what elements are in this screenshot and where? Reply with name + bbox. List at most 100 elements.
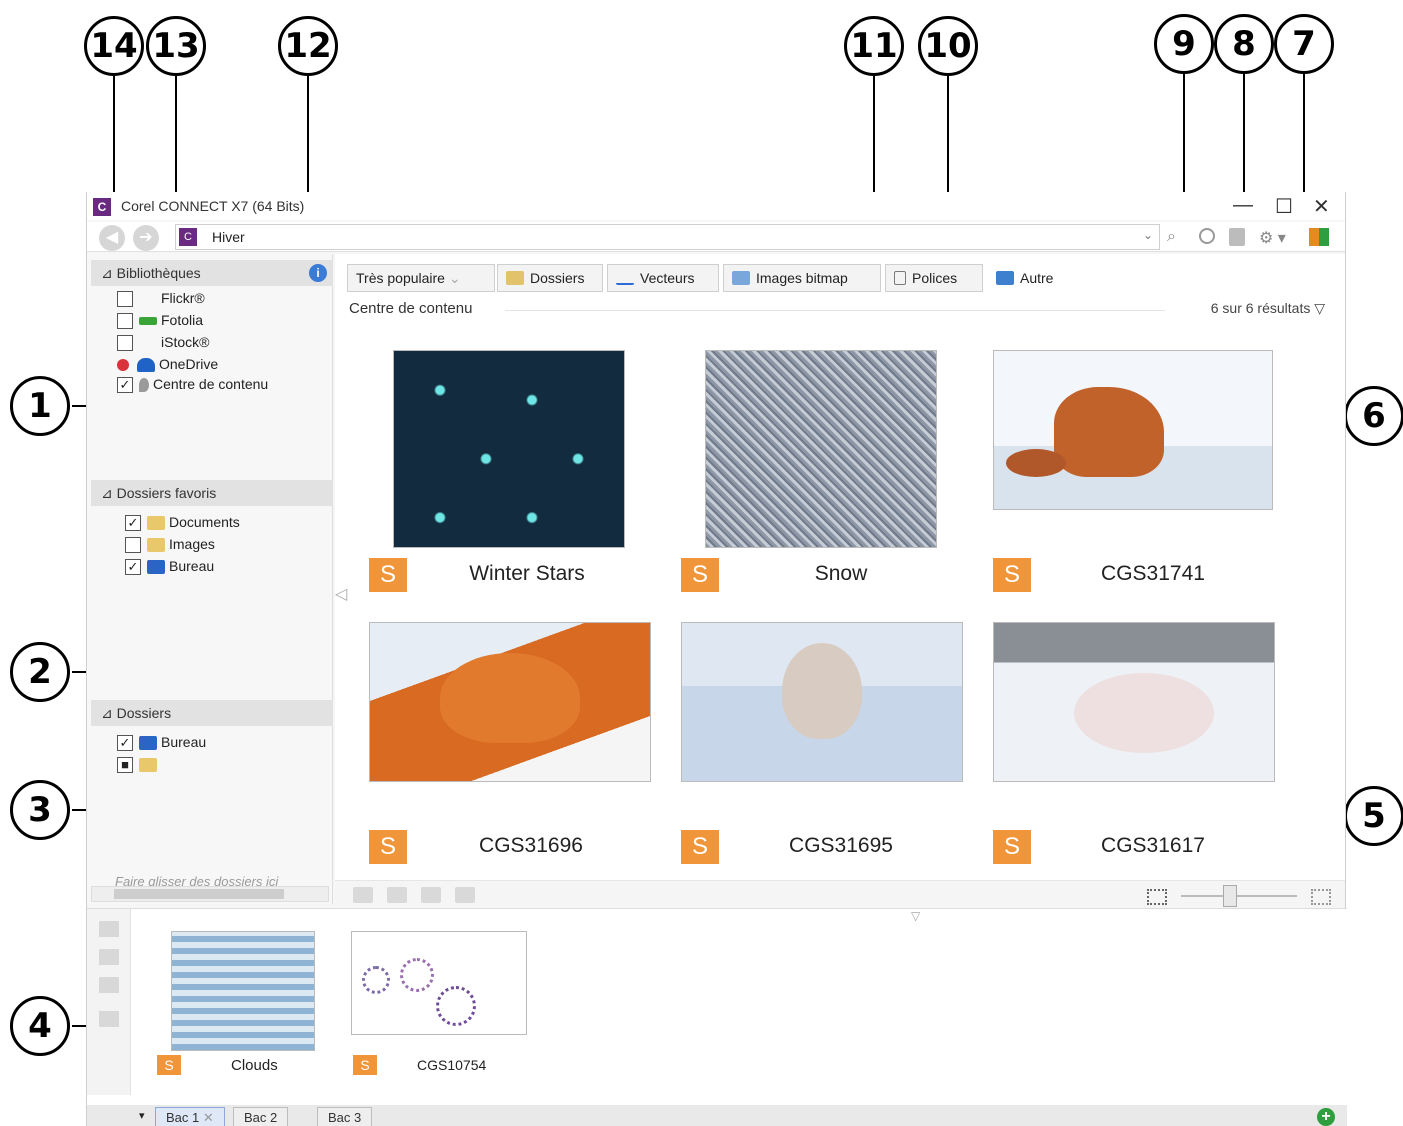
screenshot-stage: 14 13 12 11 10 9 8 7 1 2 3 4 5 6 C Corel… [0, 0, 1403, 1126]
fox-tail-shape [1006, 449, 1066, 477]
favorites-header[interactable]: ⊿ Dossiers favoris [91, 480, 333, 506]
horizontal-scrollbar[interactable] [91, 886, 329, 902]
tray-remove-icon[interactable] [387, 887, 407, 903]
desktop-icon [147, 560, 165, 575]
filter-label: Autre [1020, 270, 1054, 286]
item-caption: CGS31741 [1101, 562, 1205, 585]
folders-header[interactable]: ⊿ Dossiers [91, 700, 333, 726]
library-onedrive[interactable]: OneDrive [117, 356, 218, 373]
tray-tabs: ▾ Bac 1 ✕ Bac 2 Bac 3 + [87, 1105, 1347, 1126]
checkbox[interactable]: ✓ [117, 377, 133, 394]
layout-icon[interactable] [1309, 228, 1329, 246]
grid-small-icon[interactable] [1147, 889, 1167, 905]
snowflake-shape [400, 958, 434, 992]
sync-icon[interactable] [1199, 228, 1215, 244]
minimize-button[interactable]: — [1233, 194, 1253, 217]
item-caption: Snow [814, 562, 868, 585]
checkbox[interactable] [125, 537, 141, 554]
library-fotolia[interactable]: Fotolia [117, 312, 203, 330]
source-badge: S [993, 558, 1031, 592]
fotolia-icon [139, 317, 157, 326]
search-location-value: Hiver [212, 229, 245, 245]
folder-icon [147, 516, 165, 531]
checkbox[interactable]: ✓ [125, 559, 141, 576]
favorite-label: Images [169, 536, 215, 552]
favorite-documents[interactable]: ✓ Documents [125, 514, 240, 532]
callout-5: 5 [1344, 786, 1403, 846]
close-button[interactable]: ✕ [1313, 194, 1330, 219]
checkbox[interactable] [117, 291, 133, 308]
title-bar: C Corel CONNECT X7 (64 Bits) — ☐ ✕ [87, 192, 1345, 220]
scrollbar-thumb[interactable] [114, 889, 284, 899]
tabs-menu-icon[interactable]: ▾ [139, 1109, 145, 1122]
item-caption: CGS31696 [479, 834, 583, 857]
grid-large-icon[interactable] [1311, 889, 1331, 905]
tray-move-icon[interactable] [455, 887, 475, 903]
info-icon[interactable]: i [309, 264, 327, 282]
thumbnail-cgs31696[interactable] [369, 622, 651, 782]
snowflake-shape [436, 986, 476, 1026]
status-error-icon [117, 359, 129, 372]
tray-thumbnail-clouds[interactable] [171, 931, 315, 1051]
filter-label: Très populaire [356, 270, 445, 286]
filter-vectors[interactable]: Vecteurs [607, 264, 719, 292]
bitmap-icon [732, 271, 750, 285]
collapse-arrow-icon[interactable]: ▽ [911, 909, 920, 923]
add-tray-button[interactable]: + [1317, 1108, 1335, 1126]
favorite-desktop[interactable]: ✓ Bureau [125, 558, 215, 576]
checkbox[interactable] [117, 335, 133, 352]
checkbox[interactable]: ✓ [117, 735, 133, 752]
checkbox-partial[interactable]: ■ [117, 757, 133, 774]
tab-bac-3[interactable]: Bac 3 [317, 1107, 373, 1126]
search-location-field[interactable]: C Hiver ⌄ [175, 224, 1160, 250]
back-button[interactable]: ◀ [99, 225, 125, 251]
library-content-center[interactable]: ✓ Centre de contenu [117, 376, 268, 394]
filter-bitmaps[interactable]: Images bitmap [723, 264, 881, 292]
tab-bac-2[interactable]: Bac 2 [233, 1107, 289, 1126]
filter-popular[interactable]: Très populaire ⌄ [347, 264, 495, 292]
folder-desktop[interactable]: ✓ Bureau [117, 734, 206, 752]
favorite-images[interactable]: Images [125, 536, 215, 554]
callout-7: 7 [1274, 14, 1334, 74]
tray-action-icon[interactable] [99, 1011, 119, 1027]
tray-add-icon[interactable] [353, 887, 373, 903]
tray-thumbnail-cgs10754[interactable] [351, 931, 527, 1035]
favorite-label: Bureau [169, 558, 215, 574]
checkbox[interactable]: ✓ [125, 515, 141, 532]
thumbnail-snow[interactable] [705, 350, 937, 548]
source-badge: S [993, 830, 1031, 864]
callout-13: 13 [146, 16, 206, 76]
library-istock[interactable]: iStock® [117, 334, 209, 352]
results-count[interactable]: 6 sur 6 résultats ▽ [1211, 300, 1325, 317]
forward-button[interactable]: ➔ [133, 225, 159, 251]
tray-caption: CGS10754 [417, 1057, 487, 1073]
checkbox[interactable] [117, 313, 133, 330]
gear-icon[interactable]: ⚙ ▾ [1259, 228, 1286, 248]
item-caption: CGS31617 [1101, 834, 1205, 857]
collapse-handle[interactable]: ◁ [335, 584, 347, 604]
filter-other[interactable]: Autre [987, 264, 1073, 292]
tray-action-icon[interactable] [99, 949, 119, 965]
filter-fonts[interactable]: Polices [885, 264, 983, 292]
filter-folders[interactable]: Dossiers [497, 264, 603, 292]
search-icon[interactable]: ⌕ [1167, 228, 1176, 246]
thumbnail-cgs31617[interactable] [993, 622, 1275, 782]
folder-user[interactable]: ■ [117, 756, 161, 774]
libraries-header[interactable]: ⊿ Bibliothèques i [91, 260, 333, 286]
zoom-slider-track[interactable] [1181, 895, 1297, 897]
tray-action-icon[interactable] [99, 921, 119, 937]
tab-bac-1[interactable]: Bac 1 ✕ [155, 1107, 225, 1126]
tray-action-icon[interactable] [99, 977, 119, 993]
thumbnail-cgs31741[interactable] [993, 350, 1273, 510]
zoom-slider-thumb[interactable] [1223, 885, 1237, 907]
chevron-down-icon[interactable]: ⌄ [1143, 228, 1153, 242]
close-icon[interactable]: ✕ [203, 1110, 214, 1125]
tray-copy-icon[interactable] [421, 887, 441, 903]
maximize-button[interactable]: ☐ [1275, 194, 1293, 219]
library-flickr[interactable]: Flickr® [117, 290, 205, 308]
thumbnail-cgs31695[interactable] [681, 622, 963, 782]
vector-icon [616, 271, 634, 285]
clipboard-icon[interactable] [1229, 228, 1245, 246]
thumbnail-winter-stars[interactable] [393, 350, 625, 548]
folder-icon [147, 538, 165, 553]
